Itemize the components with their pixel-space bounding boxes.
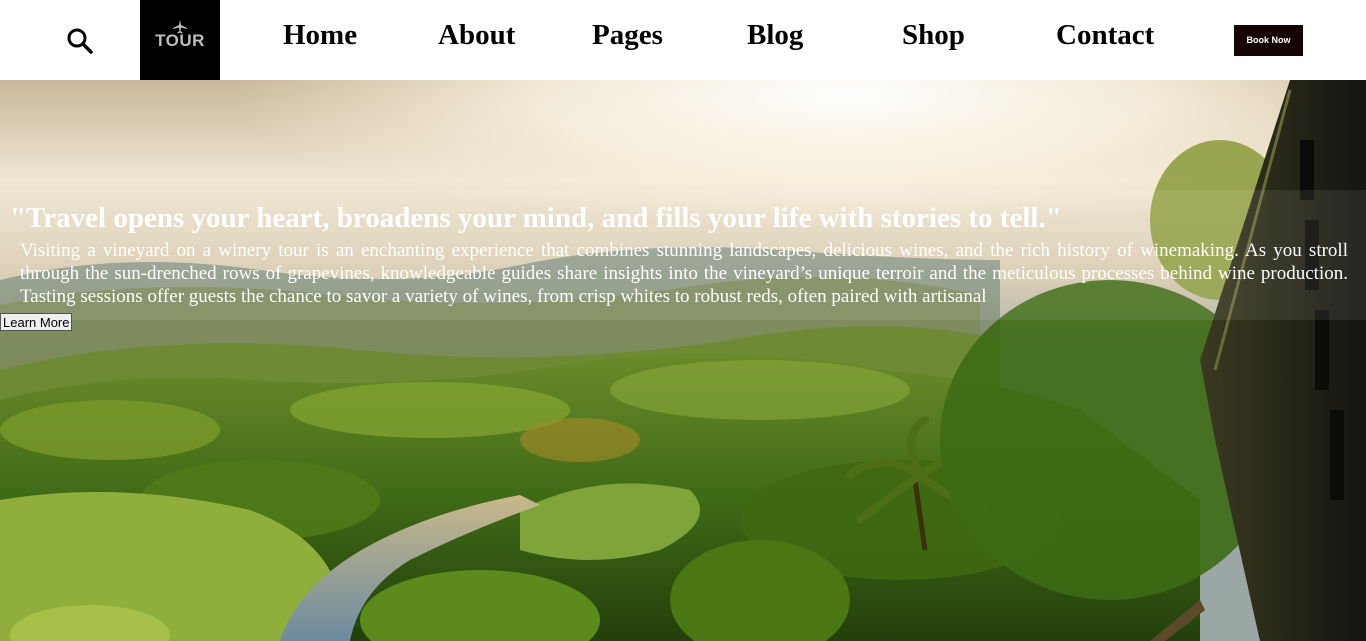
site-header: TOUR Home About Pages Blog Shop Contact … (0, 0, 1366, 80)
hero-quote: "Travel opens your heart, broadens your … (10, 202, 1062, 234)
hero-section: "Travel opens your heart, broadens your … (0, 80, 1366, 641)
site-logo[interactable]: TOUR (140, 0, 220, 80)
learn-more-button[interactable]: Learn More (0, 313, 73, 331)
hero-background-image (0, 80, 1366, 641)
nav-shop[interactable]: Shop (902, 19, 965, 52)
nav-about[interactable]: About (438, 19, 515, 52)
nav-home[interactable]: Home (283, 19, 357, 52)
nav-contact[interactable]: Contact (1056, 19, 1154, 52)
logo-text: TOUR (155, 31, 205, 50)
search-icon[interactable] (66, 27, 94, 55)
hero-description: Visiting a vineyard on a winery tour is … (20, 240, 1348, 307)
book-now-button[interactable]: Book Now (1234, 25, 1303, 56)
nav-blog[interactable]: Blog (747, 19, 803, 52)
nav-pages[interactable]: Pages (592, 19, 663, 52)
